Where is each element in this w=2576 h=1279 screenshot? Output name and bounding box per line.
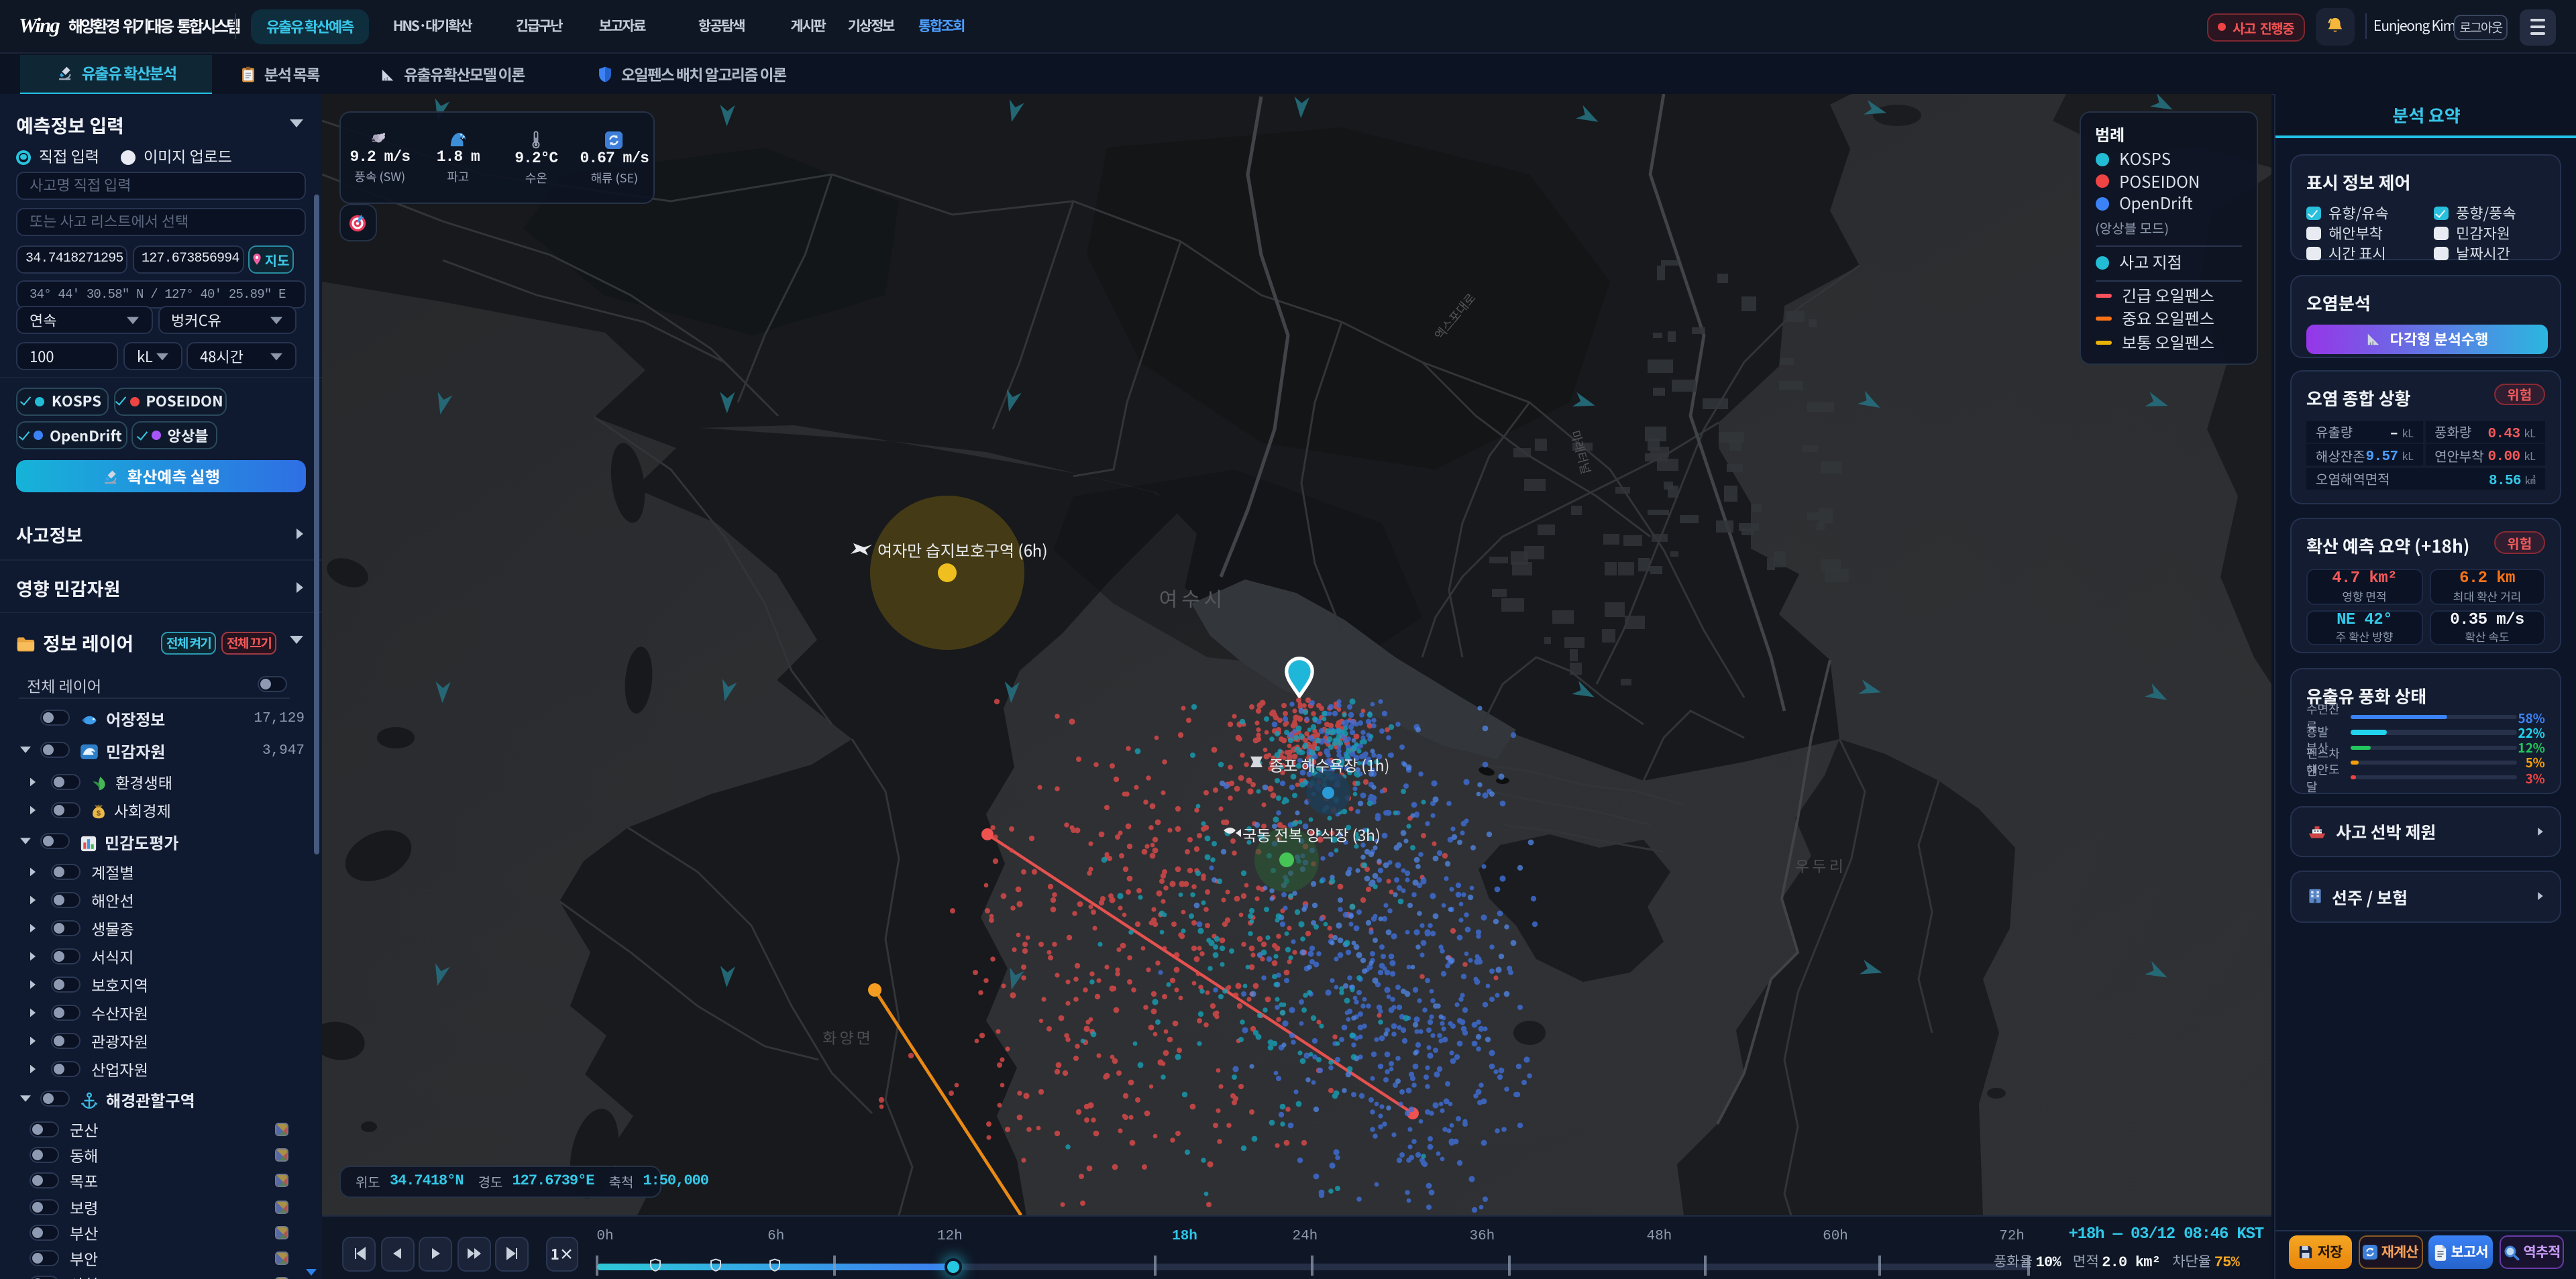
svg-text:국동 전복 양식장 (3h): 국동 전복 양식장 (3h) (1242, 823, 1381, 846)
svg-text:여자만 습지보호구역 (6h): 여자만 습지보호구역 (6h) (877, 538, 1048, 561)
svg-text:여수시: 여수시 (1159, 583, 1227, 612)
svg-text:종포 해수욕장 (1h): 종포 해수욕장 (1h) (1269, 753, 1390, 776)
svg-text:화양면: 화양면 (822, 1025, 873, 1048)
svg-text:우두리: 우두리 (1795, 854, 1845, 877)
svg-text:$: $ (97, 808, 101, 818)
